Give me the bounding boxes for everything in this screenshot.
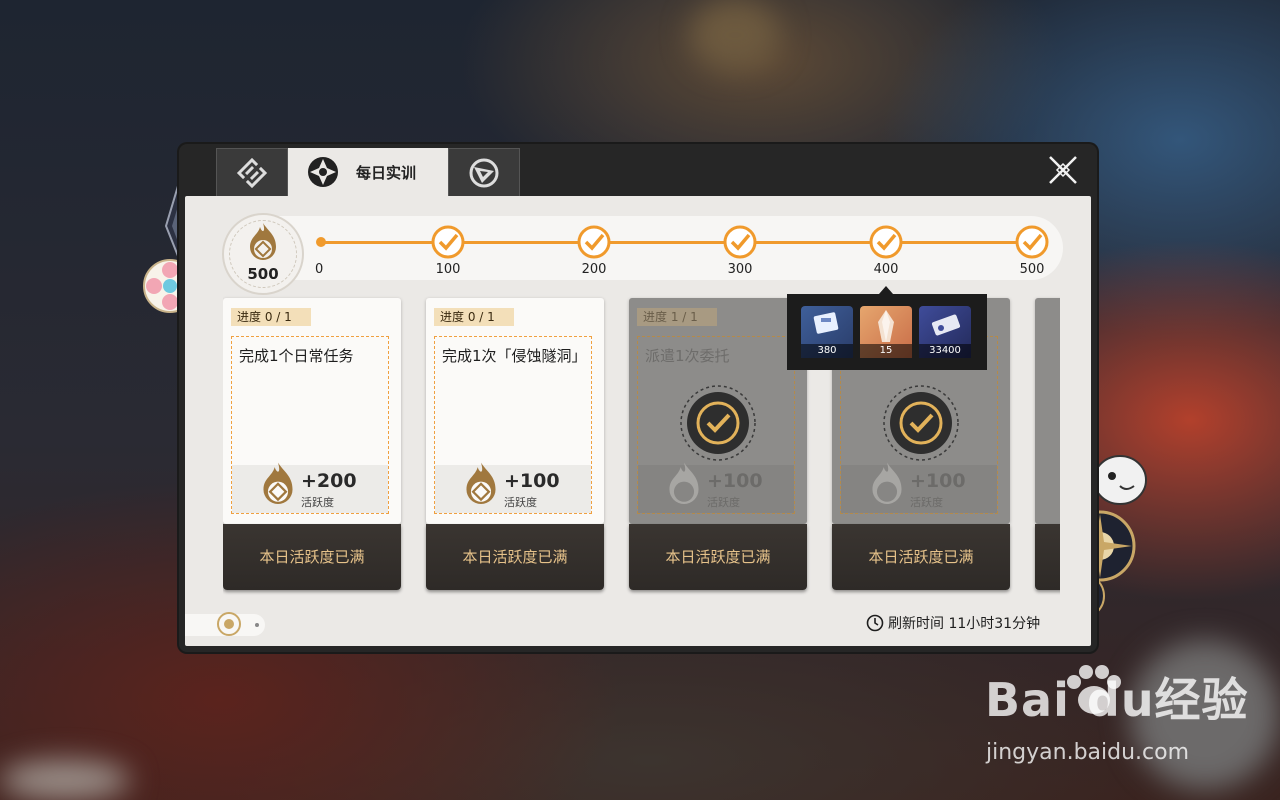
target-icon: [469, 158, 499, 187]
task-reward-unit: 活跃度: [707, 496, 740, 509]
task-reward-unit: 活跃度: [504, 496, 537, 509]
task-card-partial: [1035, 298, 1060, 590]
daily-training-icon: [308, 157, 338, 187]
activity-coin-icon: [466, 462, 496, 504]
task-reward: +100: [910, 470, 966, 492]
reward-tooltip: 380 15 33400: [787, 294, 987, 370]
exp-material-icon: [813, 312, 839, 334]
refresh-label: 刷新时间: [888, 616, 944, 632]
claim-button[interactable]: 本日活跃度已满: [832, 524, 1010, 590]
crystal-icon: [878, 310, 894, 342]
credit-icon: [931, 314, 961, 336]
emblem-icon: [217, 612, 241, 636]
close-icon[interactable]: [1045, 152, 1081, 188]
task-progress: 进度 0 / 1: [231, 308, 311, 326]
watermark-url: jingyan.baidu.com: [986, 740, 1190, 765]
task-reward: +100: [707, 470, 763, 492]
reward-item[interactable]: 33400: [919, 306, 971, 358]
task-card: 进度 0 / 1 完成1次「侵蚀隧洞」 +100 活跃度 本日活跃度已满: [426, 298, 604, 590]
task-progress: 进度 1 / 1: [637, 308, 717, 326]
claim-button[interactable]: [1035, 524, 1060, 590]
task-card: 进度 1 / 1 派遣1次委托 +100 活跃度 本日活跃度已满: [629, 298, 807, 590]
daily-training-panel: 每日实训 500 0 100 200 300 400 500 进度 0 / 1 …: [179, 144, 1097, 652]
task-progress: 进度 0 / 1: [434, 308, 514, 326]
activity-coin-icon: [669, 462, 699, 504]
task-reward: +200: [301, 470, 357, 492]
reward-item[interactable]: 15: [860, 306, 912, 358]
background-blur: [690, 0, 780, 70]
task-carousel[interactable]: 进度 0 / 1 完成1个日常任务 +200 活跃度 本日活跃度已满 进度 0 …: [223, 196, 1060, 646]
task-reward: +100: [504, 470, 560, 492]
panel-content: 500 0 100 200 300 400 500 进度 0 / 1 完成1个日…: [185, 196, 1091, 646]
task-title: 派遣1次委托: [645, 347, 730, 365]
refresh-value: 11小时31分钟: [948, 616, 1041, 632]
tab-target[interactable]: [448, 148, 520, 196]
tab-label: 每日实训: [356, 164, 417, 182]
claim-button[interactable]: 本日活跃度已满: [426, 524, 604, 590]
tab-tasks[interactable]: [216, 148, 288, 196]
task-card: 进度 0 / 1 完成1个日常任务 +200 活跃度 本日活跃度已满: [223, 298, 401, 590]
completed-check-icon: [883, 385, 959, 461]
task-reward-unit: 活跃度: [910, 496, 943, 509]
clock-icon: [866, 614, 884, 632]
bottom-left-toggle[interactable]: [185, 612, 265, 636]
tab-daily-training[interactable]: 每日实训: [288, 148, 448, 196]
activity-coin-icon: [263, 462, 293, 504]
claim-button[interactable]: 本日活跃度已满: [629, 524, 807, 590]
background-blur: [0, 760, 130, 800]
activity-coin-icon: [872, 462, 902, 504]
claim-button[interactable]: 本日活跃度已满: [223, 524, 401, 590]
reward-item[interactable]: 380: [801, 306, 853, 358]
task-reward-unit: 活跃度: [301, 496, 334, 509]
tasks-icon: [236, 157, 268, 188]
task-title: 完成1次「侵蚀隧洞」: [442, 347, 587, 365]
paw-icon: [1067, 665, 1121, 714]
completed-check-icon: [680, 385, 756, 461]
task-title: 完成1个日常任务: [239, 347, 354, 365]
